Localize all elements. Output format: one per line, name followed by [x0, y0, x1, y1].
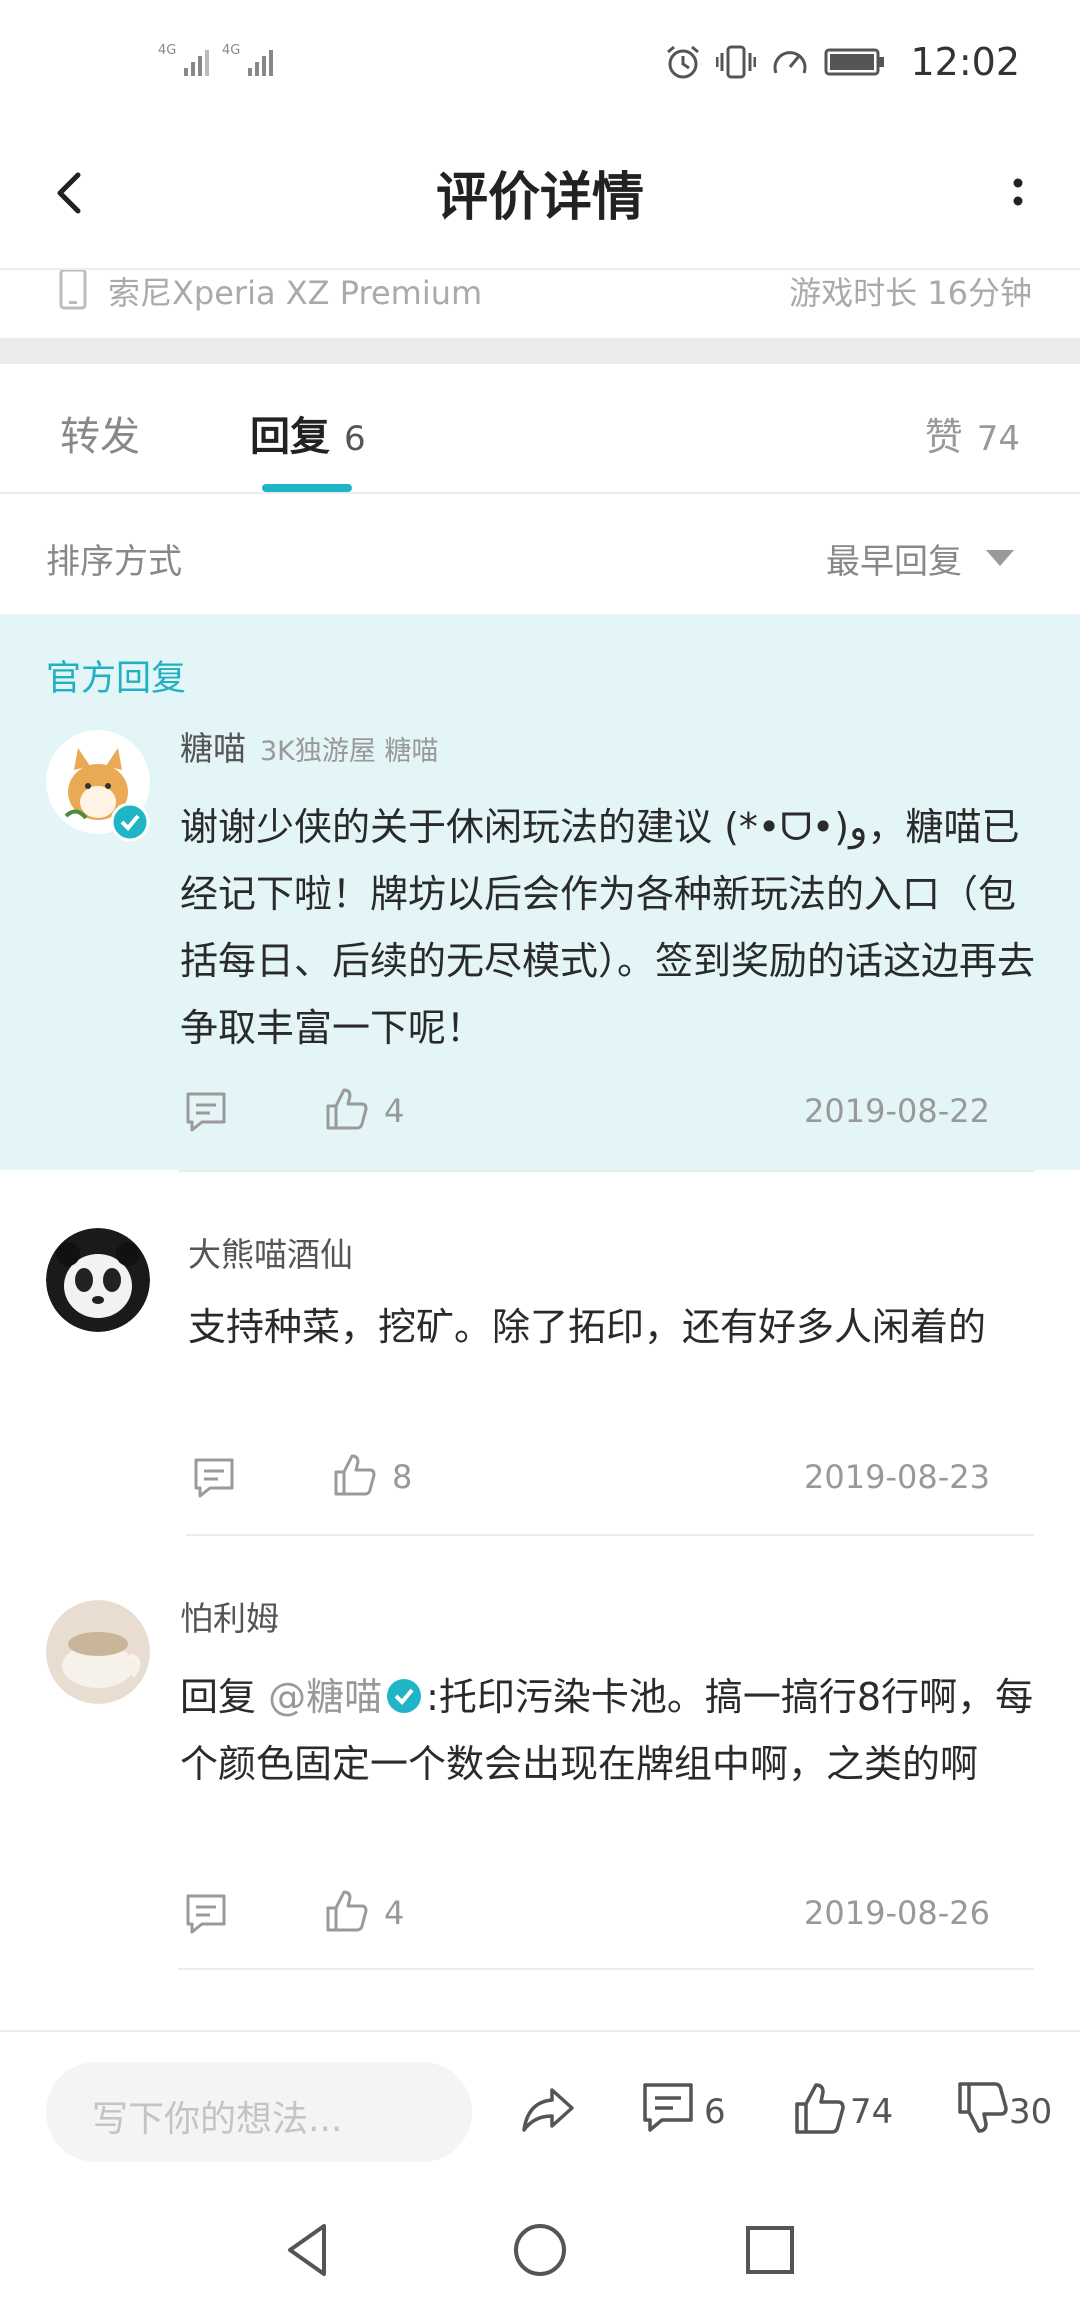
tab-like[interactable]: 赞 74 [925, 406, 1020, 461]
circle-home-icon [514, 2224, 566, 2276]
like-count: 8 [392, 1458, 413, 1496]
thumbs-up-icon[interactable] [324, 1086, 370, 1132]
triangle-back-icon [288, 2224, 326, 2276]
bottom-like-count: 74 [850, 2092, 894, 2132]
active-tab-indicator [262, 484, 352, 492]
system-nav-bar [0, 2192, 1080, 2310]
status-icons: 12:02 [664, 36, 1020, 88]
comment-author: 糖喵 3K独游屋 糖喵 [180, 722, 438, 770]
thumbs-up-icon [795, 2083, 845, 2134]
battery-icon [824, 48, 885, 76]
section-divider [0, 338, 1080, 364]
comment-actions: 4 2019-08-26 [184, 1886, 990, 1942]
nav-back-button[interactable] [268, 2210, 348, 2290]
divider [178, 1968, 1034, 1970]
comment-date: 2019-08-26 [804, 1894, 990, 1932]
device-info-row: 索尼Xperia XZ Premium 游戏时长 16分钟 [0, 268, 1080, 340]
comment-input-placeholder: 写下你的想法... [92, 2099, 343, 2140]
tab-like-label: 赞 [924, 415, 963, 459]
comment-item: 怕利姆 回复 @糖喵:托印污染卡池。搞一搞行8行啊，每个颜色固定一个数会出现在牌… [0, 1536, 1080, 1972]
comment-count-button[interactable]: 6 [640, 2080, 740, 2140]
data-saver-icon [773, 51, 807, 74]
vibrate-icon [716, 45, 757, 79]
comment-item: 糖喵 3K独游屋 糖喵 谢谢少侠的关于休闲玩法的建议 (*•ᗜ•)و，糖喵已经记下… [0, 614, 1080, 1170]
like-count: 4 [384, 1894, 405, 1932]
comment-icon [643, 2083, 693, 2132]
author-name: 糖喵 [180, 729, 246, 768]
tab-reply-label: 回复 [250, 414, 330, 460]
alarm-icon [667, 45, 700, 79]
like-button[interactable]: 74 [792, 2080, 912, 2140]
sort-row: 排序方式 最早回复 [0, 496, 1080, 614]
signal-icon: 4G [158, 43, 209, 76]
tab-reply-count: 6 [344, 419, 366, 459]
comment-author: 大熊喵酒仙 [188, 1235, 353, 1274]
comment-date: 2019-08-23 [804, 1458, 990, 1496]
comment-text: 支持种菜，挖矿。除了拓印，还有好多人闲着的 [188, 1305, 987, 1349]
bottom-dislike-count: 30 [1009, 2092, 1053, 2132]
tab-like-count: 74 [976, 419, 1020, 459]
signal-icon-2: 4G [222, 43, 273, 76]
avatar[interactable] [46, 1228, 150, 1332]
comment-text: 回复 @糖喵:托印污染卡池。搞一搞行8行啊，每个颜色固定一个数会出现在牌组中啊，… [180, 1664, 1040, 1798]
verified-badge-icon [110, 802, 150, 842]
sort-label: 排序方式 [46, 542, 182, 582]
share-button[interactable] [520, 2080, 580, 2140]
signal-label-1: 4G [158, 43, 176, 58]
status-bar: 4G 4G 12:02 [0, 0, 1080, 125]
app-header: 评价详情 [0, 125, 1080, 270]
dislike-button[interactable]: 30 [955, 2080, 1075, 2140]
reply-icon[interactable] [184, 1892, 228, 1936]
nav-recents-button[interactable] [730, 2210, 810, 2290]
like-count: 4 [384, 1092, 405, 1130]
more-button[interactable] [960, 153, 1040, 233]
comment-item: 大熊喵酒仙 支持种菜，挖矿。除了拓印，还有好多人闲着的 8 2019-08-23 [0, 1170, 1080, 1536]
reply-icon[interactable] [192, 1456, 236, 1500]
verified-badge-icon [387, 1679, 422, 1713]
square-recents-icon [746, 2226, 794, 2274]
thumbs-down-icon [958, 2082, 1008, 2133]
page-title: 评价详情 [435, 168, 644, 228]
nav-home-button[interactable] [500, 2210, 580, 2290]
author-subtitle: 3K独游屋 糖喵 [260, 736, 439, 767]
tab-bar: 转发 回复 6 赞 74 [0, 364, 1080, 494]
comment-date: 2019-08-22 [804, 1092, 990, 1130]
thumbs-up-icon[interactable] [324, 1888, 370, 1934]
phone-icon [59, 270, 87, 310]
comment-actions: 4 2019-08-22 [184, 1084, 990, 1140]
signal-label-2: 4G [222, 43, 240, 58]
play-time: 游戏时长 16分钟 [789, 274, 1032, 312]
comment-author: 怕利姆 [180, 1599, 279, 1638]
bottom-action-bar: 写下你的想法... 6 74 30 [0, 2030, 1080, 2190]
reply-icon[interactable] [184, 1090, 228, 1134]
comment-text: 谢谢少侠的关于休闲玩法的建议 (*•ᗜ•)و，糖喵已经记下啦！牌坊以后会作为各种… [180, 805, 1036, 1050]
comment-input[interactable]: 写下你的想法... [46, 2062, 472, 2162]
sort-dropdown[interactable]: 最早回复 [826, 534, 962, 583]
caret-down-icon[interactable] [984, 548, 1016, 568]
more-vertical-icon [1013, 178, 1023, 206]
tab-reply[interactable]: 回复 6 [250, 404, 366, 462]
tab-forward[interactable]: 转发 [60, 404, 140, 462]
share-icon [522, 2088, 574, 2132]
avatar[interactable] [46, 1600, 150, 1704]
thumbs-up-icon[interactable] [332, 1452, 378, 1498]
status-time: 12:02 [910, 40, 1020, 84]
mention-link[interactable]: @糖喵 [268, 1675, 382, 1719]
reply-prefix: 回复 [180, 1675, 269, 1719]
bottom-comment-count: 6 [704, 2092, 726, 2132]
device-name: 索尼Xperia XZ Premium [108, 274, 483, 312]
comment-actions: 8 2019-08-23 [192, 1450, 990, 1506]
